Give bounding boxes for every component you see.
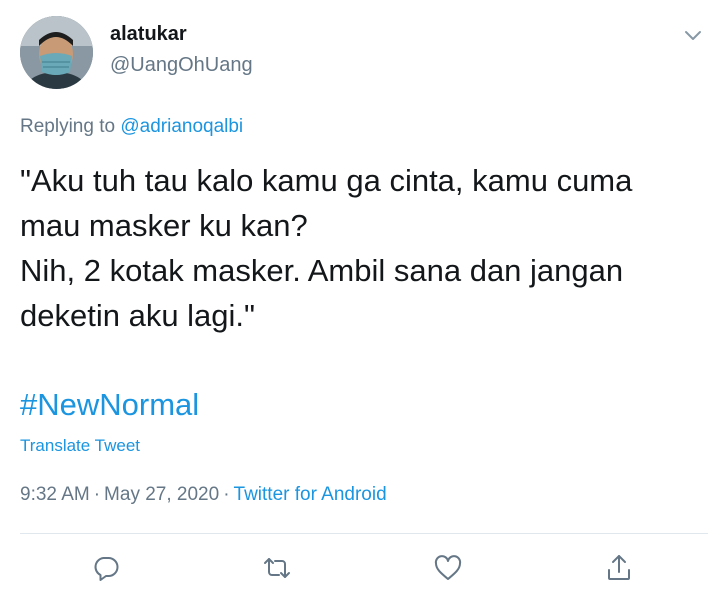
replying-to: Replying to @adrianoqalbi — [20, 116, 243, 138]
reply-button[interactable] — [91, 553, 121, 583]
meta-separator: · — [93, 484, 101, 505]
avatar[interactable] — [20, 16, 93, 89]
tweet-text: "Aku tuh tau kalo kamu ga cinta, kamu cu… — [20, 158, 710, 338]
meta-separator: · — [223, 484, 230, 505]
reply-mention-link[interactable]: @adrianoqalbi — [120, 116, 243, 137]
share-icon — [608, 555, 630, 580]
like-button[interactable] — [433, 553, 463, 583]
user-handle[interactable]: @UangOhUang — [110, 54, 253, 77]
tweet-meta: 9:32 AM · May 27, 2020 · Twitter for Android — [20, 484, 387, 506]
heart-icon — [434, 555, 462, 580]
retweet-icon — [264, 558, 290, 578]
hashtag-link[interactable]: #NewNormal — [20, 382, 199, 427]
share-button[interactable] — [604, 553, 634, 583]
tweet-date[interactable]: May 27, 2020 — [104, 484, 219, 505]
tweet-text-line: mau masker ku kan? — [20, 208, 308, 243]
replying-to-label: Replying to — [20, 116, 121, 137]
tweet-time[interactable]: 9:32 AM — [20, 484, 90, 505]
tweet-source-link[interactable]: Twitter for Android — [234, 484, 387, 505]
divider — [20, 533, 708, 534]
retweet-button[interactable] — [262, 553, 292, 583]
chevron-down-icon[interactable] — [682, 24, 704, 46]
tweet-text-line: "Aku tuh tau kalo kamu ga cinta, kamu cu… — [20, 163, 633, 198]
tweet-card: alatukar @UangOhUang Replying to @adrian… — [0, 0, 728, 591]
tweet-text-line: Nih, 2 kotak masker. Ambil sana dan jang… — [20, 253, 624, 288]
display-name[interactable]: alatukar — [110, 23, 187, 46]
tweet-text-line: deketin aku lagi." — [20, 298, 256, 333]
avatar-photo-icon — [20, 16, 93, 89]
speech-bubble-icon — [94, 557, 119, 581]
translate-tweet-link[interactable]: Translate Tweet — [20, 436, 140, 456]
